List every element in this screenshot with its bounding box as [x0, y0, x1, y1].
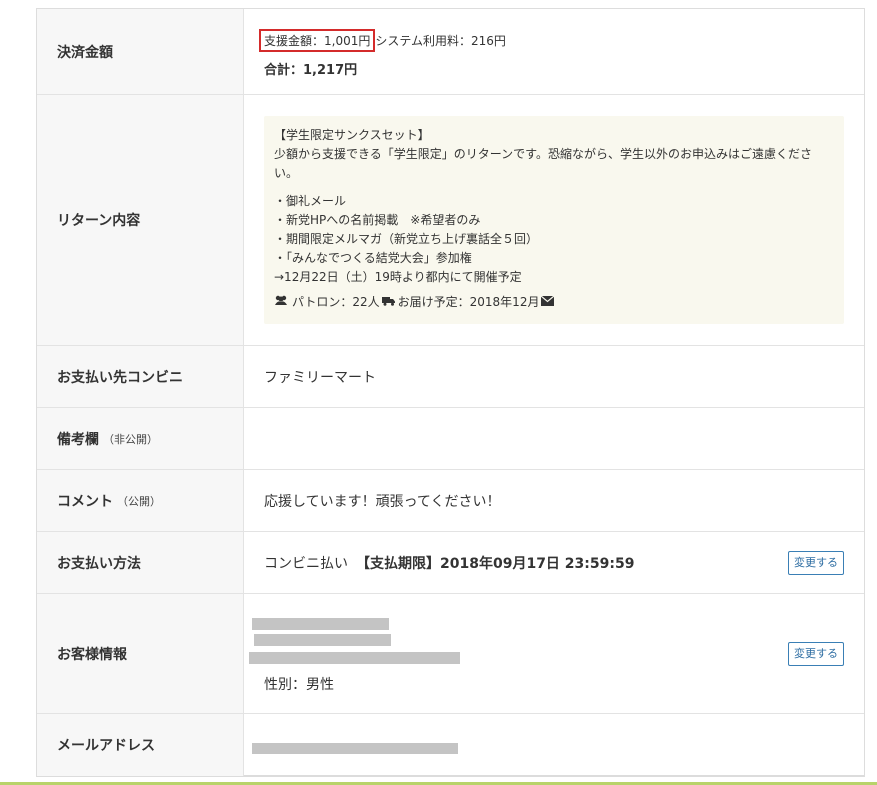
return-item: ・御礼メール: [274, 194, 347, 208]
email-label: メールアドレス: [37, 714, 244, 776]
users-icon: [274, 293, 288, 312]
return-content-label: リターン内容: [37, 95, 244, 345]
store-value: ファミリーマート: [264, 369, 376, 386]
return-title: 【学生限定サンクスセット】: [274, 128, 430, 142]
return-item: ・「みんなでつくる結党大会」参加権: [274, 251, 472, 265]
comment-value: 応援しています！頑張ってください！: [264, 493, 501, 510]
support-amount: 支援金額：1,001円: [259, 29, 376, 52]
payment-amount-label: 決済金額: [37, 9, 244, 94]
delivery-date: お届け予定：2018年12月: [397, 295, 540, 309]
email-row: メールアドレス: [37, 714, 864, 776]
comment-label-cell: コメント （公開）: [37, 470, 244, 531]
redacted-email: [252, 742, 458, 754]
return-item: →12月22日（土）19時より都内にて開催予定: [274, 270, 522, 284]
store-row: お支払い先コンビニ ファミリーマート: [37, 346, 864, 408]
customer-info-label: お客様情報: [37, 594, 244, 713]
return-item: ・新党HPへの名前掲載 ※希望者のみ: [274, 213, 481, 227]
payment-method-value: コンビニ払い: [264, 555, 348, 572]
email-cell: [244, 714, 864, 776]
return-meta: パトロン：22人 お届け予定：2018年12月: [274, 293, 834, 312]
memo-row: 備考欄 （非公開）: [37, 408, 864, 470]
return-box: 【学生限定サンクスセット】 少額から支援できる「学生限定」のリターンです。恐縮な…: [264, 116, 844, 324]
order-confirmation-table: 決済金額 支援金額：1,001円 システム利用料：216円 合計：1,217円 …: [36, 8, 865, 777]
payment-method-cell: コンビニ払い 【支払期限】2018年09月17日 23:59:59 変更する: [244, 532, 864, 593]
memo-label: 備考欄: [57, 431, 99, 448]
truck-icon: [381, 293, 396, 312]
change-payment-button[interactable]: 変更する: [788, 550, 844, 575]
memo-sub-label: （非公開）: [103, 432, 158, 446]
payment-method-label: お支払い方法: [37, 532, 244, 593]
envelope-icon: [541, 293, 555, 312]
system-fee: システム利用料：216円: [375, 34, 506, 48]
comment-sub-label: （公開）: [117, 494, 161, 508]
change-customer-button[interactable]: 変更する: [788, 641, 844, 666]
amount-breakdown: 支援金額：1,001円 システム利用料：216円: [259, 29, 506, 52]
return-item: ・期間限定メルマガ（新党立ち上げ裏話全５回）: [274, 232, 539, 246]
memo-label-cell: 備考欄 （非公開）: [37, 408, 244, 469]
total-amount: 合計：1,217円: [264, 63, 358, 78]
payment-amount-cell: 支援金額：1,001円 システム利用料：216円 合計：1,217円: [244, 9, 864, 94]
memo-value: [244, 408, 864, 469]
return-content-row: リターン内容 【学生限定サンクスセット】 少額から支援できる「学生限定」のリター…: [37, 95, 864, 346]
redacted-name: [254, 632, 474, 648]
comment-label: コメント: [57, 493, 113, 510]
redacted-address: [249, 648, 479, 668]
payment-amount-row: 決済金額 支援金額：1,001円 システム利用料：216円 合計：1,217円: [37, 9, 864, 95]
payment-deadline: 【支払期限】2018年09月17日 23:59:59: [356, 555, 635, 572]
customer-info-row: お客様情報 性別：男性 変更する: [37, 594, 864, 714]
patron-count: パトロン：22人: [292, 295, 380, 309]
customer-info-cell: 性別：男性 変更する: [244, 594, 864, 713]
store-label: お支払い先コンビニ: [37, 346, 244, 407]
return-description: 少額から支援できる「学生限定」のリターンです。恐縮ながら、学生以外のお申込みはご…: [274, 147, 812, 180]
redacted-name-kana: [252, 614, 472, 632]
comment-row: コメント （公開） 応援しています！頑張ってください！: [37, 470, 864, 532]
payment-method-row: お支払い方法 コンビニ払い 【支払期限】2018年09月17日 23:59:59…: [37, 532, 864, 594]
return-content-cell: 【学生限定サンクスセット】 少額から支援できる「学生限定」のリターンです。恐縮な…: [244, 95, 864, 345]
customer-gender: 性別：男性: [264, 676, 334, 693]
